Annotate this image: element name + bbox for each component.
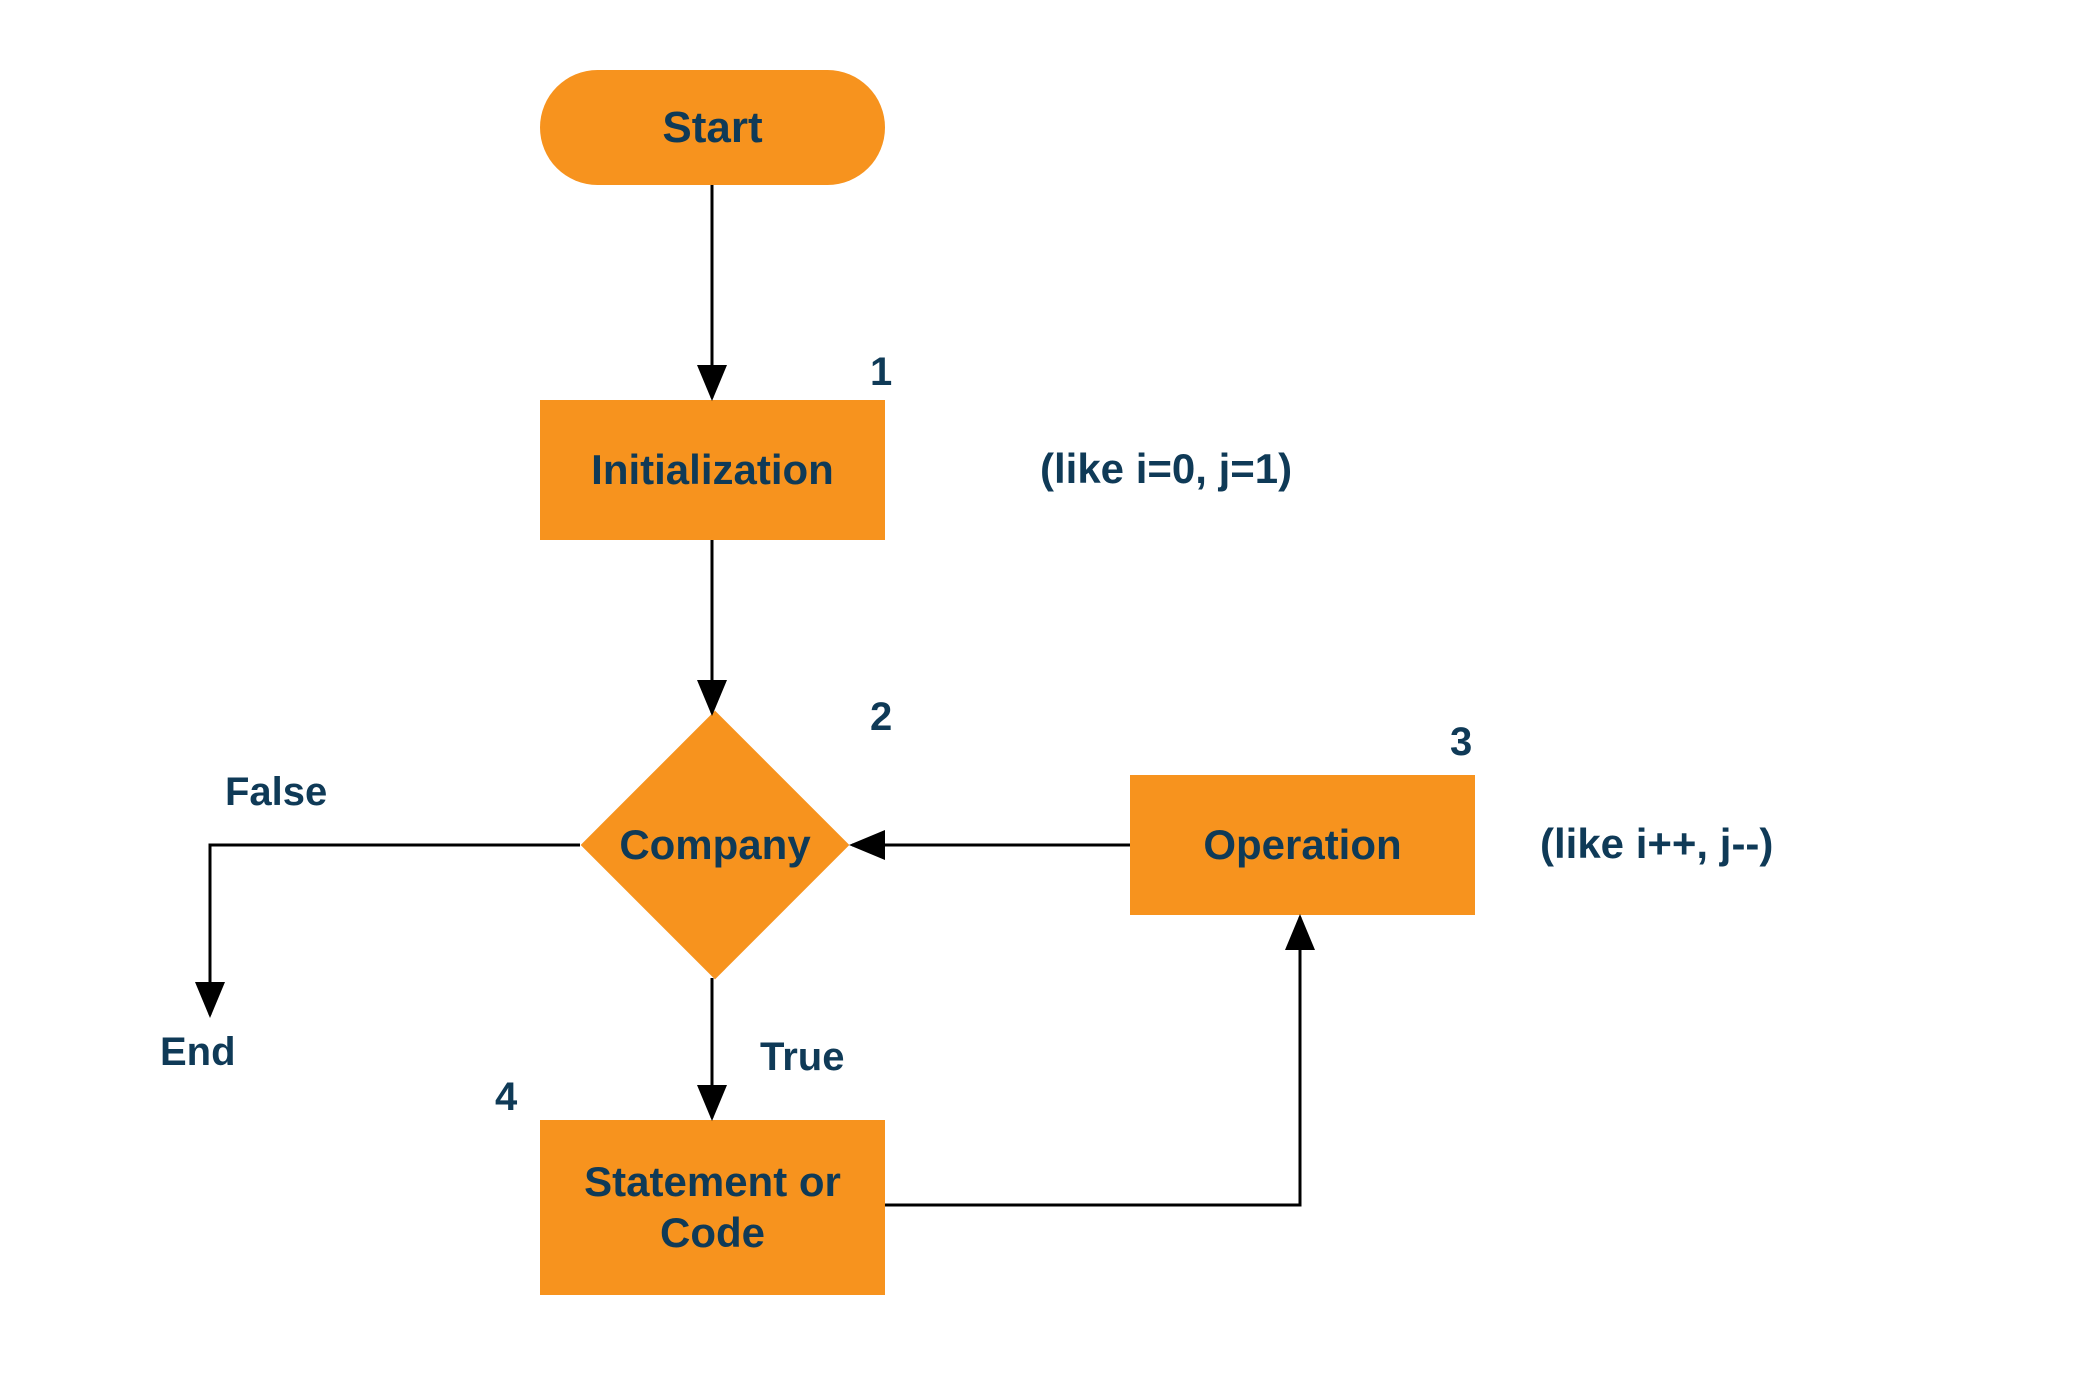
statement-label: Statement or Code <box>540 1157 885 1258</box>
flowchart-canvas: Start Initialization 1 (like i=0, j=1) C… <box>0 0 2100 1400</box>
initialization-annotation: (like i=0, j=1) <box>1040 445 1292 493</box>
operation-node: Operation <box>1130 775 1475 915</box>
end-label: End <box>160 1030 236 1075</box>
arrow-decision-false <box>210 845 580 1015</box>
true-label: True <box>760 1035 844 1080</box>
operation-label: Operation <box>1203 821 1401 869</box>
false-label: False <box>225 770 327 815</box>
initialization-node: Initialization <box>540 400 885 540</box>
decision-node: Company <box>580 710 850 980</box>
arrows-layer <box>0 0 2100 1400</box>
arrow-statement-to-operation <box>885 917 1300 1205</box>
decision-text: Company <box>619 821 810 869</box>
statement-node: Statement or Code <box>540 1120 885 1295</box>
decision-label: Company <box>580 710 850 980</box>
start-node: Start <box>540 70 885 185</box>
start-label: Start <box>662 103 762 153</box>
operation-number: 3 <box>1450 720 1472 765</box>
initialization-number: 1 <box>870 350 892 395</box>
decision-number: 2 <box>870 695 892 740</box>
statement-number: 4 <box>495 1075 517 1120</box>
initialization-label: Initialization <box>591 446 834 494</box>
operation-annotation: (like i++, j--) <box>1540 820 1773 868</box>
